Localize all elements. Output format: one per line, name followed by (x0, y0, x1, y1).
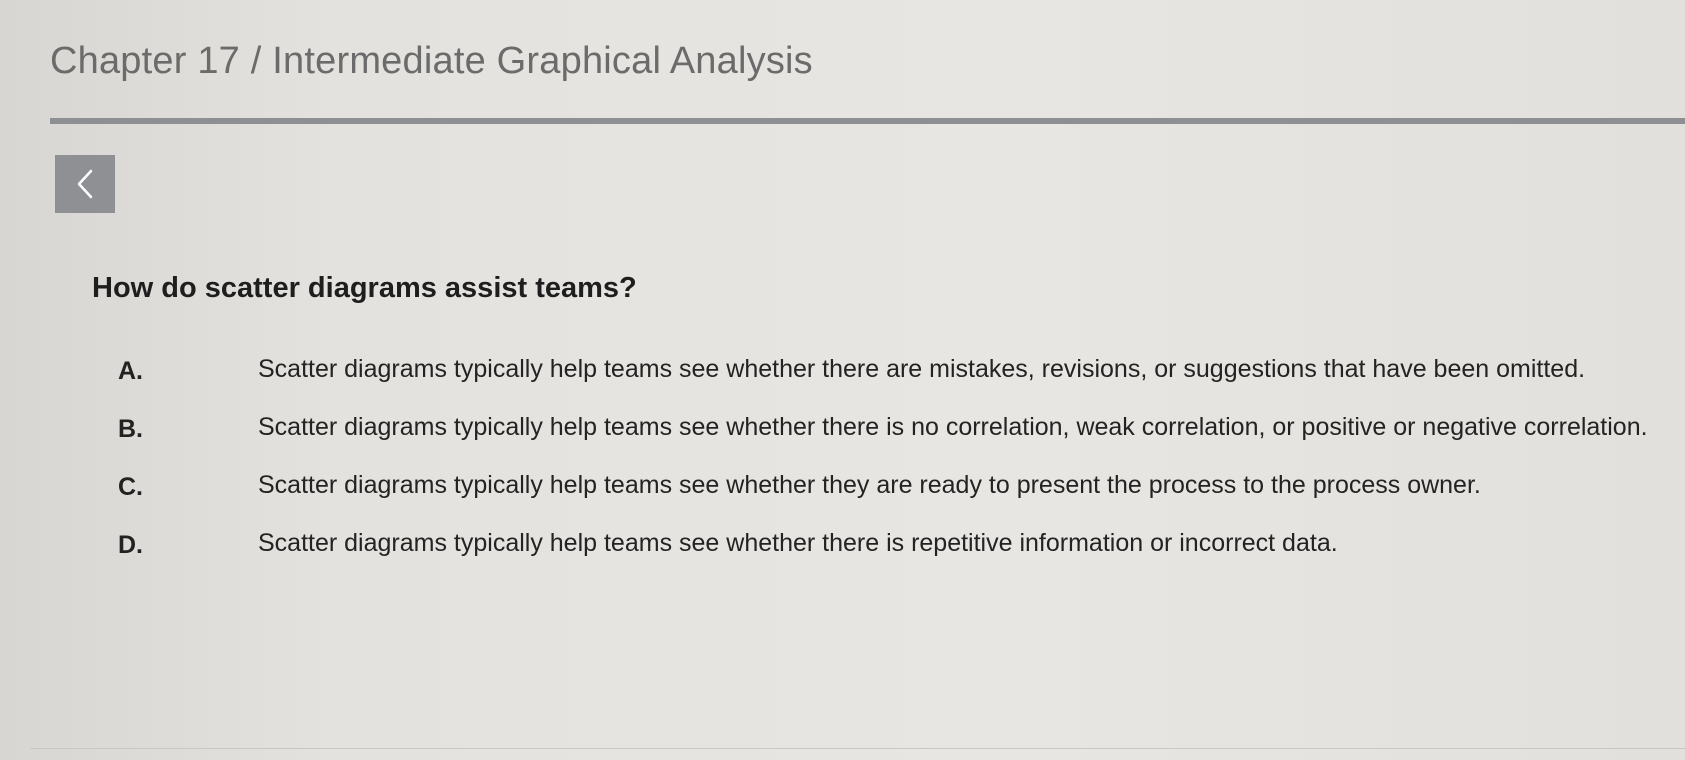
option-c[interactable]: C. Scatter diagrams typically help teams… (118, 471, 1678, 515)
option-letter: C. (118, 473, 143, 501)
option-letter: D. (118, 531, 143, 559)
page-title: Chapter 17 / Intermediate Graphical Anal… (50, 40, 813, 82)
title-divider (50, 118, 1685, 124)
option-text: Scatter diagrams typically help teams se… (258, 413, 1648, 441)
option-text: Scatter diagrams typically help teams se… (258, 471, 1481, 499)
option-d[interactable]: D. Scatter diagrams typically help teams… (118, 529, 1678, 573)
option-letter: B. (118, 415, 143, 443)
bottom-divider (30, 748, 1685, 749)
answer-options: A. Scatter diagrams typically help teams… (118, 355, 1678, 573)
question-text: How do scatter diagrams assist teams? (92, 272, 637, 304)
option-text: Scatter diagrams typically help teams se… (258, 355, 1586, 383)
chevron-left-icon (77, 169, 93, 199)
option-a[interactable]: A. Scatter diagrams typically help teams… (118, 355, 1678, 399)
option-b[interactable]: B. Scatter diagrams typically help teams… (118, 413, 1678, 457)
option-letter: A. (118, 357, 143, 385)
back-button[interactable] (55, 155, 115, 213)
option-text: Scatter diagrams typically help teams se… (258, 529, 1338, 557)
